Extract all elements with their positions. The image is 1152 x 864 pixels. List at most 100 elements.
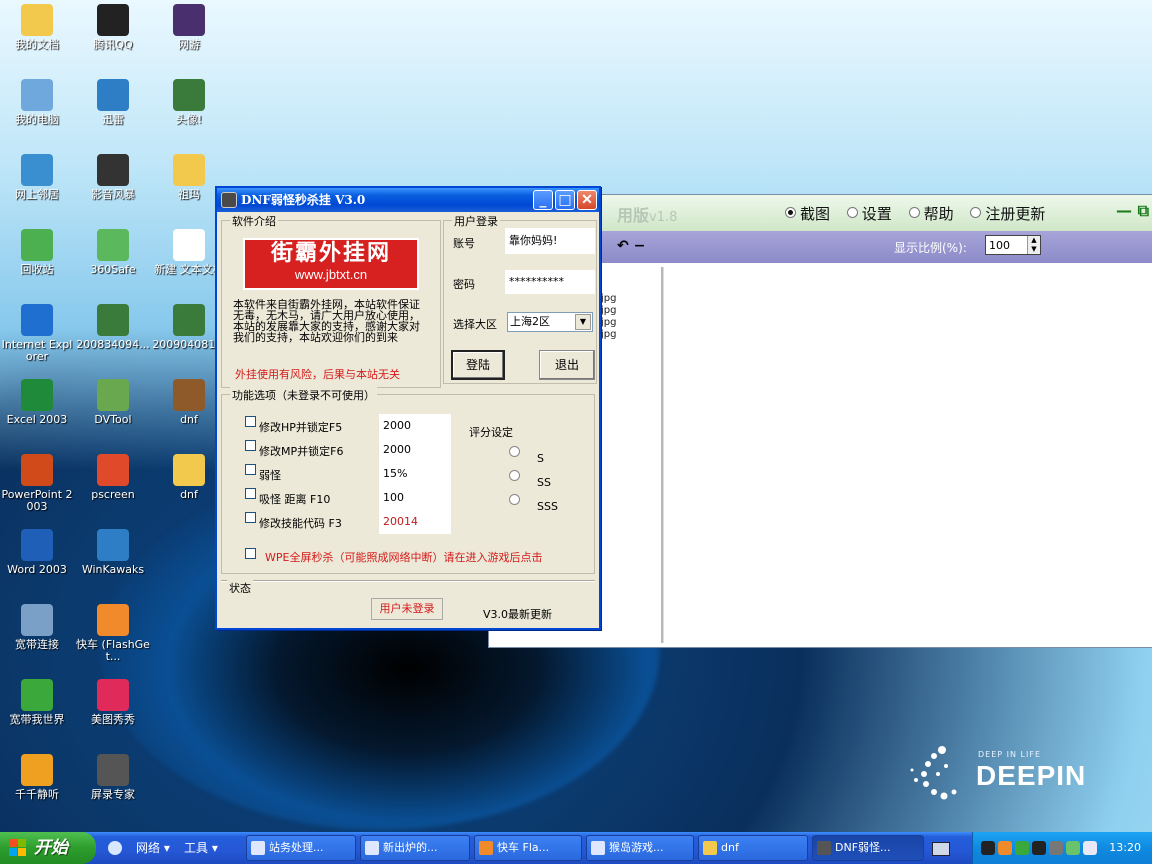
list-item[interactable]: jpg — [601, 317, 616, 329]
option-weak-label: 弱怪 — [259, 469, 281, 482]
undo-icon[interactable]: ↶ − — [617, 238, 645, 254]
option-weak-input[interactable]: 15% — [379, 462, 451, 486]
taskbar-button-4[interactable]: 猴岛游戏... — [586, 835, 694, 861]
update-link[interactable]: V3.0最新更新 — [483, 606, 552, 622]
tray-eyes-icon[interactable] — [981, 841, 995, 855]
app-icon — [21, 754, 53, 786]
app-icon — [21, 229, 53, 261]
start-button[interactable]: 开始 — [0, 832, 96, 864]
tab-help[interactable]: 帮助 — [908, 203, 954, 224]
taskbar-button-6[interactable]: DNF弱怪... — [812, 835, 924, 861]
taskbar-button-1[interactable]: 站务处理... — [246, 835, 356, 861]
radio-icon — [908, 207, 920, 218]
region-select[interactable]: 上海2区 ▼ — [507, 312, 593, 332]
wpe-checkbox[interactable] — [245, 548, 256, 559]
option-pull-input[interactable]: 100 — [379, 486, 451, 510]
tray-flashget-icon[interactable] — [998, 841, 1012, 855]
desktop-icon[interactable]: 影音风暴 — [76, 154, 150, 201]
tray-security-icon[interactable] — [1066, 841, 1080, 855]
app-icon — [97, 154, 129, 186]
list-item[interactable]: jpg — [601, 329, 616, 341]
desktop-icon[interactable]: WinKawaks — [76, 529, 150, 576]
bg-window-minmax-icon[interactable]: — ⧉ — [1116, 201, 1149, 221]
option-mp-checkbox[interactable] — [245, 440, 256, 451]
desktop-icon[interactable]: DVTool — [76, 379, 150, 426]
list-item[interactable]: jpg — [601, 305, 616, 317]
rating-s-radio[interactable] — [509, 446, 520, 457]
tray-green-icon[interactable] — [1015, 841, 1029, 855]
option-pull-checkbox[interactable] — [245, 488, 256, 499]
tab-register[interactable]: 注册更新 — [970, 203, 1045, 224]
desktop-icon[interactable]: PowerPoint 2003 — [0, 454, 74, 513]
desktop-icon[interactable]: 宽带连接 — [0, 604, 74, 651]
desktop-icon-label: 美图秀秀 — [91, 713, 135, 726]
site-logo[interactable]: 街霸外挂网 www.jbtxt.cn — [243, 238, 419, 290]
desktop-icon[interactable]: 网上邻居 — [0, 154, 74, 201]
rating-label: 评分设定 — [469, 426, 513, 439]
network-icon[interactable] — [108, 841, 122, 855]
option-hp-checkbox[interactable] — [245, 416, 256, 427]
desktop-icon[interactable]: 美图秀秀 — [76, 679, 150, 726]
close-button[interactable]: ✕ — [577, 190, 597, 210]
tray-speaker-icon[interactable] — [1049, 841, 1063, 855]
taskbar-button-2[interactable]: 新出炉的... — [360, 835, 470, 861]
option-skill-input[interactable]: 20014 — [379, 510, 451, 534]
account-label: 账号 — [453, 237, 475, 250]
desktop-icon[interactable]: Word 2003 — [0, 529, 74, 576]
app-icon — [173, 154, 205, 186]
quick-network-menu[interactable]: 网络 ▾ — [136, 832, 170, 864]
desktop-icon[interactable]: 宽带我世界 — [0, 679, 74, 726]
desktop-icon[interactable]: pscreen — [76, 454, 150, 501]
desktop-icon[interactable]: 我的文档 — [0, 4, 74, 51]
app-icon — [21, 529, 53, 561]
desktop-icon[interactable]: 网游 — [152, 4, 226, 51]
desktop-icon[interactable]: 腾讯QQ — [76, 4, 150, 51]
start-label: 开始 — [34, 838, 68, 858]
scale-spinner[interactable]: 100 ▲ ▼ — [985, 235, 1041, 255]
minimize-button[interactable]: _ — [533, 190, 553, 210]
desktop-icon[interactable]: Internet Explorer — [0, 304, 74, 363]
desktop-icon[interactable]: 回收站 — [0, 229, 74, 276]
exit-button[interactable]: 退出 — [539, 350, 595, 380]
dnf-dialog[interactable]: DNF弱怪秒杀挂 V3.0 _ □ ✕ 软件介绍 街霸外挂网 www.jbtxt… — [215, 186, 601, 630]
option-mp-input[interactable]: 2000 — [379, 438, 451, 462]
desktop-icon[interactable]: 360Safe — [76, 229, 150, 276]
desktop-icon[interactable]: 200834094... — [76, 304, 150, 351]
desktop-icon-label: pscreen — [91, 488, 135, 501]
desktop-icon[interactable]: 我的电脑 — [0, 79, 74, 126]
app-icon — [97, 379, 129, 411]
tray-qq-icon[interactable] — [1032, 841, 1046, 855]
desktop-icon[interactable]: 屏录专家 — [76, 754, 150, 801]
desktop-icon[interactable]: 头像! — [152, 79, 226, 126]
desktop-icon[interactable]: 快车 (FlashGet... — [76, 604, 150, 663]
password-input[interactable]: ********** — [505, 270, 595, 294]
rating-sss-radio[interactable] — [509, 494, 520, 505]
taskbar-button-5[interactable]: dnf — [698, 835, 808, 861]
tab-settings[interactable]: 设置 — [846, 203, 892, 224]
dialog-title: DNF弱怪秒杀挂 V3.0 — [241, 193, 366, 207]
desktop-icon[interactable]: 千千静听 — [0, 754, 74, 801]
taskbar-button-3[interactable]: 快车 Fla... — [474, 835, 582, 861]
option-skill-checkbox[interactable] — [245, 512, 256, 523]
app-icon — [97, 604, 129, 636]
option-hp-input[interactable]: 2000 — [379, 414, 451, 438]
desktop-icon[interactable]: 迅雷 — [76, 79, 150, 126]
rating-ss-radio[interactable] — [509, 470, 520, 481]
keyboard-icon[interactable] — [932, 842, 950, 856]
dialog-titlebar[interactable]: DNF弱怪秒杀挂 V3.0 _ □ ✕ — [217, 188, 599, 212]
maximize-button[interactable]: □ — [555, 190, 575, 210]
chevron-down-icon[interactable]: ▼ — [575, 314, 591, 330]
list-item[interactable]: jpg — [601, 293, 616, 305]
app-icon — [21, 679, 53, 711]
option-weak-checkbox[interactable] — [245, 464, 256, 475]
login-button[interactable]: 登陆 — [451, 350, 505, 380]
desktop-icon-label: DVTool — [94, 413, 132, 426]
file-list: jpg jpg jpg jpg — [601, 293, 616, 341]
tab-screenshot[interactable]: 截图 — [785, 203, 830, 224]
quick-tools-menu[interactable]: 工具 ▾ — [184, 832, 218, 864]
desktop-icon[interactable]: Excel 2003 — [0, 379, 74, 426]
app-icon — [21, 4, 53, 36]
account-input[interactable]: 靠你妈妈! — [505, 228, 595, 254]
spinner-arrows-icon[interactable]: ▲ ▼ — [1027, 236, 1040, 254]
tray-doc-icon[interactable] — [1083, 841, 1097, 855]
